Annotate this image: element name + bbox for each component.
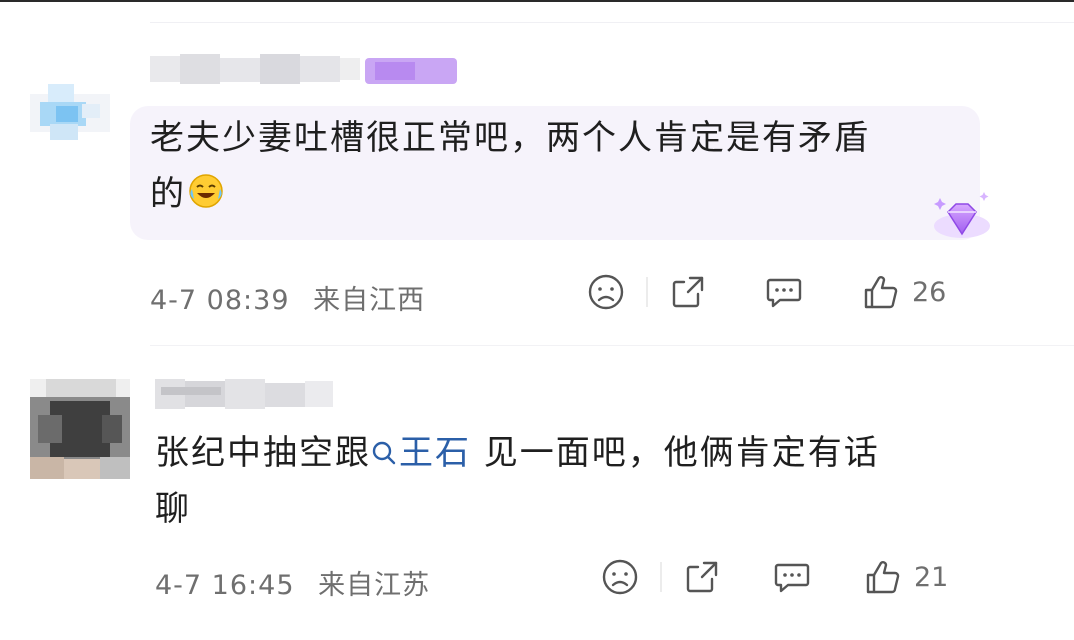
thumbs-up-icon [866, 561, 900, 594]
like-count: 26 [912, 276, 947, 308]
share-icon [672, 276, 704, 308]
comment-icon [774, 563, 810, 593]
comment-item: 张纪中抽空跟 王石 见一面吧，他俩肯定有话聊 4-7 16:45 来自江苏 21 [0, 347, 1074, 640]
search-icon [372, 441, 396, 465]
like-button[interactable]: 26 [860, 272, 946, 312]
comment-item: 老夫少妻吐槽很正常吧，两个人肯定是有矛盾的 4-7 08:39 来自江西 26 [0, 2, 1074, 347]
comment-text-line1: 老夫少妻吐槽很正常吧，两个人肯定是有矛盾 [150, 118, 870, 158]
comment-list: 老夫少妻吐槽很正常吧，两个人肯定是有矛盾的 4-7 08:39 来自江西 26 … [0, 0, 1074, 638]
action-separator [660, 562, 662, 592]
action-separator [646, 277, 648, 307]
comment-text-line2: 聊 [155, 489, 191, 529]
comment-location: 来自江苏 [318, 570, 431, 601]
username-blurred[interactable] [150, 52, 460, 86]
reply-button[interactable] [772, 557, 812, 597]
username-blurred[interactable] [155, 377, 335, 411]
comment-location: 来自江西 [313, 285, 426, 316]
comment-time: 4-7 16:45 [155, 570, 295, 601]
comment-meta: 4-7 08:39 来自江西 [150, 278, 425, 317]
sad-face-icon [602, 559, 638, 595]
comment-text: 老夫少妻吐槽很正常吧，两个人肯定是有矛盾的 [150, 110, 970, 222]
comment-actions: 21 [600, 557, 948, 597]
share-button[interactable] [682, 557, 722, 597]
dislike-button[interactable] [586, 272, 626, 312]
comment-icon [766, 278, 802, 308]
row-divider [150, 345, 1074, 346]
avatar-blurred[interactable] [30, 379, 130, 479]
sad-face-icon [588, 274, 624, 310]
mention-link[interactable]: 王石 [371, 433, 471, 473]
share-icon [686, 561, 718, 593]
comment-time: 4-7 08:39 [150, 285, 290, 316]
like-count: 21 [914, 561, 949, 593]
avatar-blurred[interactable] [30, 84, 110, 142]
reply-button[interactable] [764, 272, 804, 312]
laughing-crying-emoji-icon [189, 174, 223, 208]
purple-gem-badge-icon [934, 192, 990, 238]
mention-name: 王石 [399, 433, 471, 473]
comment-text: 张纪中抽空跟 王石 见一面吧，他俩肯定有话聊 [155, 425, 1005, 537]
comment-text-line2: 的 [150, 174, 186, 214]
comment-actions: 26 [586, 272, 946, 312]
comment-text-prefix: 张纪中抽空跟 [155, 433, 371, 473]
thumbs-up-icon [864, 276, 898, 309]
comment-text-suffix: 见一面吧，他俩肯定有话 [471, 433, 880, 473]
like-button[interactable]: 21 [862, 557, 948, 597]
dislike-button[interactable] [600, 557, 640, 597]
comment-meta: 4-7 16:45 来自江苏 [155, 563, 430, 602]
share-button[interactable] [668, 272, 708, 312]
